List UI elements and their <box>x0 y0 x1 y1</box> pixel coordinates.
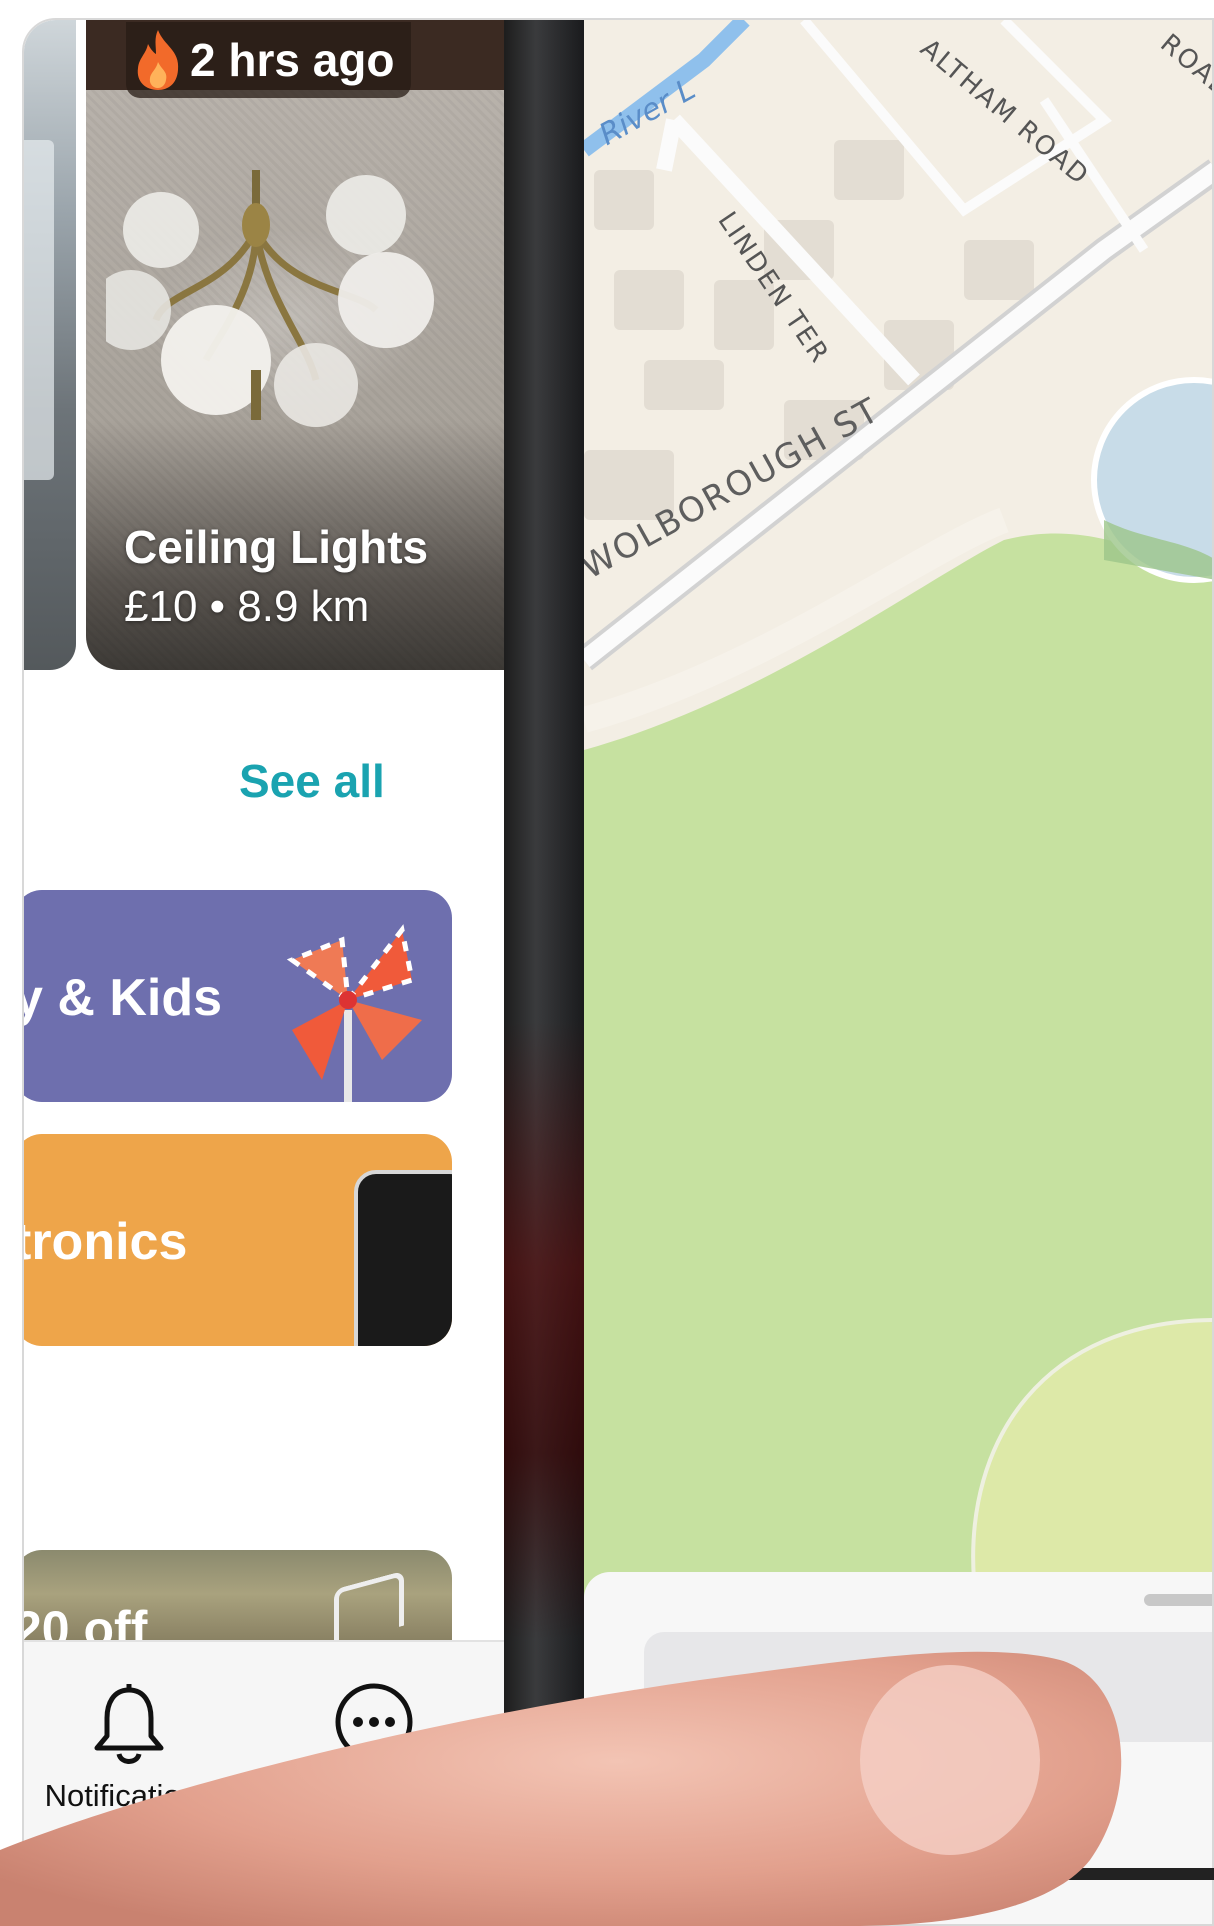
map-search-field[interactable] <box>644 1632 1212 1742</box>
category-electronics[interactable]: tronics <box>24 1134 452 1346</box>
listing-card[interactable]: 2 hrs ago Ceiling Lights £10 • 8.9 km <box>86 20 504 670</box>
category-label: y & Kids <box>24 969 223 1027</box>
share-icon <box>334 1570 404 1645</box>
posted-time: 2 hrs ago <box>190 34 395 86</box>
bell-icon <box>94 1684 164 1764</box>
previous-listing-card[interactable] <box>24 20 76 670</box>
sheet-grabber[interactable] <box>1144 1594 1212 1606</box>
flame-icon <box>137 30 179 90</box>
category-baby-kids[interactable]: y & Kids <box>24 890 452 1102</box>
category-label: tronics <box>24 1213 188 1271</box>
device-screen: 2 hrs ago Ceiling Lights £10 • 8.9 km Se… <box>22 18 1214 1926</box>
home-indicator[interactable] <box>1020 1868 1214 1880</box>
split-view-divider[interactable] <box>504 20 584 1924</box>
marketplace-app: 2 hrs ago Ceiling Lights £10 • 8.9 km Se… <box>24 20 504 1924</box>
chandelier-photo <box>106 170 434 427</box>
more-icon <box>335 1683 413 1761</box>
pinwheel-icon <box>286 924 422 1102</box>
listing-price-distance: £10 • 8.9 km <box>124 582 370 631</box>
tab-bar: Notifications <box>24 1640 504 1842</box>
map-view[interactable]: River L LINDEN TER ALTHAM ROAD ROAD WOLB… <box>584 20 1212 1924</box>
listing-title: Ceiling Lights <box>124 521 429 573</box>
phone-image <box>354 1170 452 1346</box>
see-all-link[interactable]: See all <box>239 754 385 808</box>
tab-notifications[interactable]: Notifications <box>24 1682 234 1814</box>
posted-badge: 2 hrs ago <box>126 22 411 98</box>
tab-more[interactable] <box>314 1682 434 1772</box>
tab-label: Notifications <box>44 1778 214 1813</box>
